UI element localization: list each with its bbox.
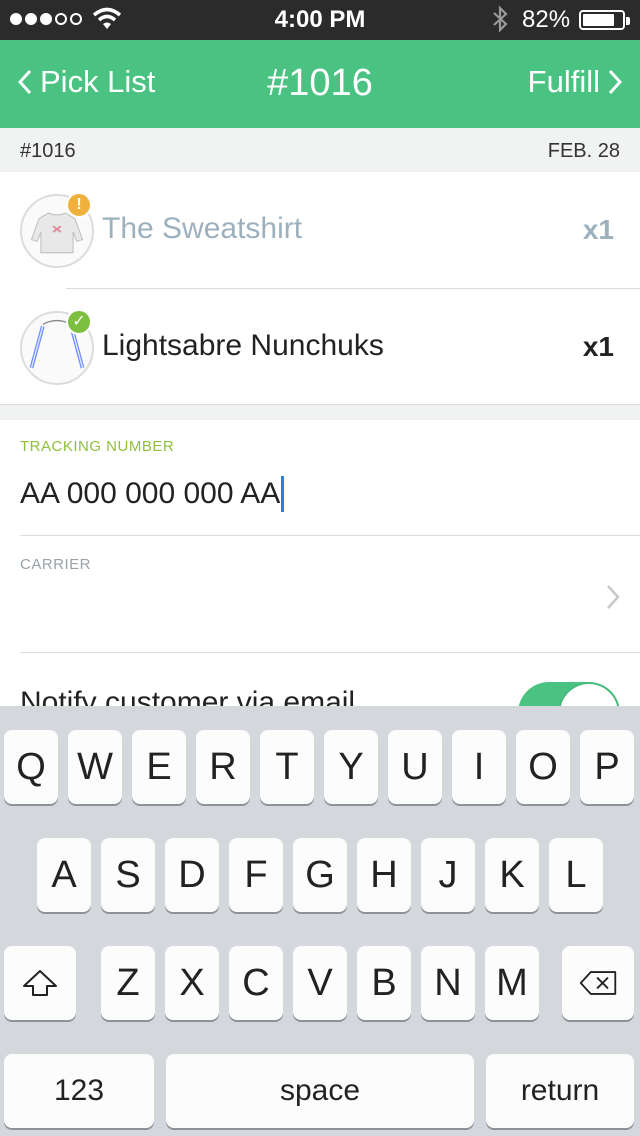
key-a[interactable]: A	[37, 838, 91, 912]
item-name: Lightsabre Nunchuks	[102, 329, 384, 362]
tracking-number-label: TRACKING NUMBER	[20, 438, 175, 455]
key-c[interactable]: C	[229, 946, 283, 1020]
key-r[interactable]: R	[196, 730, 250, 804]
section-divider	[0, 404, 640, 420]
key-e[interactable]: E	[132, 730, 186, 804]
key-p[interactable]: P	[580, 730, 634, 804]
shift-arrow-icon	[23, 970, 57, 996]
return-key[interactable]: return	[486, 1054, 634, 1128]
key-b[interactable]: B	[357, 946, 411, 1020]
key-v[interactable]: V	[293, 946, 347, 1020]
back-button[interactable]: Pick List	[18, 64, 155, 100]
chevron-right-icon	[607, 585, 620, 609]
status-bar: 4:00 PM 82%	[0, 0, 640, 40]
key-d[interactable]: D	[165, 838, 219, 912]
fulfill-button-label: Fulfill	[527, 64, 600, 99]
key-o[interactable]: O	[516, 730, 570, 804]
line-item[interactable]: ✓ Lightsabre Nunchuks x1	[20, 288, 640, 404]
fulfillment-form: TRACKING NUMBER AA 000 000 000 AA CARRIE…	[0, 420, 640, 706]
line-item[interactable]: ! The Sweatshirt x1	[0, 172, 640, 288]
bluetooth-icon	[493, 5, 508, 33]
key-t[interactable]: T	[260, 730, 314, 804]
key-u[interactable]: U	[388, 730, 442, 804]
space-key[interactable]: space	[166, 1054, 474, 1128]
key-g[interactable]: G	[293, 838, 347, 912]
text-cursor	[281, 476, 285, 512]
item-quantity: x1	[582, 214, 614, 245]
carrier-label: CARRIER	[20, 556, 92, 573]
delete-key[interactable]	[562, 946, 634, 1020]
chevron-right-icon	[608, 69, 622, 95]
key-s[interactable]: S	[101, 838, 155, 912]
order-number: #1016	[20, 140, 76, 162]
notify-customer-toggle[interactable]	[518, 682, 620, 706]
key-l[interactable]: L	[549, 838, 603, 912]
key-y[interactable]: Y	[324, 730, 378, 804]
field-divider	[20, 652, 640, 653]
key-i[interactable]: I	[452, 730, 506, 804]
key-w[interactable]: W	[68, 730, 122, 804]
shift-key[interactable]	[4, 946, 76, 1020]
fulfill-button[interactable]: Fulfill	[528, 64, 622, 100]
key-f[interactable]: F	[229, 838, 283, 912]
warning-badge-icon: !	[66, 192, 92, 218]
key-k[interactable]: K	[485, 838, 539, 912]
tracking-number-value: AA 000 000 000 AA	[20, 477, 281, 510]
order-header: #1016 FEB. 28	[0, 128, 640, 172]
chevron-left-icon	[18, 69, 32, 95]
key-h[interactable]: H	[357, 838, 411, 912]
key-m[interactable]: M	[485, 946, 539, 1020]
carrier-selector[interactable]	[0, 536, 640, 652]
item-name: The Sweatshirt	[102, 212, 303, 245]
keyboard: Q W E R T Y U I O P A S D F G H J K L Z …	[0, 706, 640, 1136]
key-q[interactable]: Q	[4, 730, 58, 804]
toggle-knob	[560, 684, 618, 706]
backspace-icon	[579, 971, 617, 995]
battery-icon	[579, 10, 630, 30]
numbers-key[interactable]: 123	[4, 1054, 154, 1128]
item-quantity: x1	[582, 331, 614, 362]
tracking-number-input[interactable]: AA 000 000 000 AA	[20, 476, 285, 512]
navigation-bar: Pick List #1016 Fulfill	[0, 40, 640, 128]
key-j[interactable]: J	[421, 838, 475, 912]
order-date: FEB. 28	[547, 140, 620, 162]
back-button-label: Pick List	[40, 64, 156, 99]
battery-percent: 82%	[522, 6, 571, 33]
notify-customer-label: Notify customer via email	[20, 686, 356, 706]
checkmark-badge-icon: ✓	[66, 309, 92, 335]
key-n[interactable]: N	[421, 946, 475, 1020]
key-x[interactable]: X	[165, 946, 219, 1020]
key-z[interactable]: Z	[101, 946, 155, 1020]
